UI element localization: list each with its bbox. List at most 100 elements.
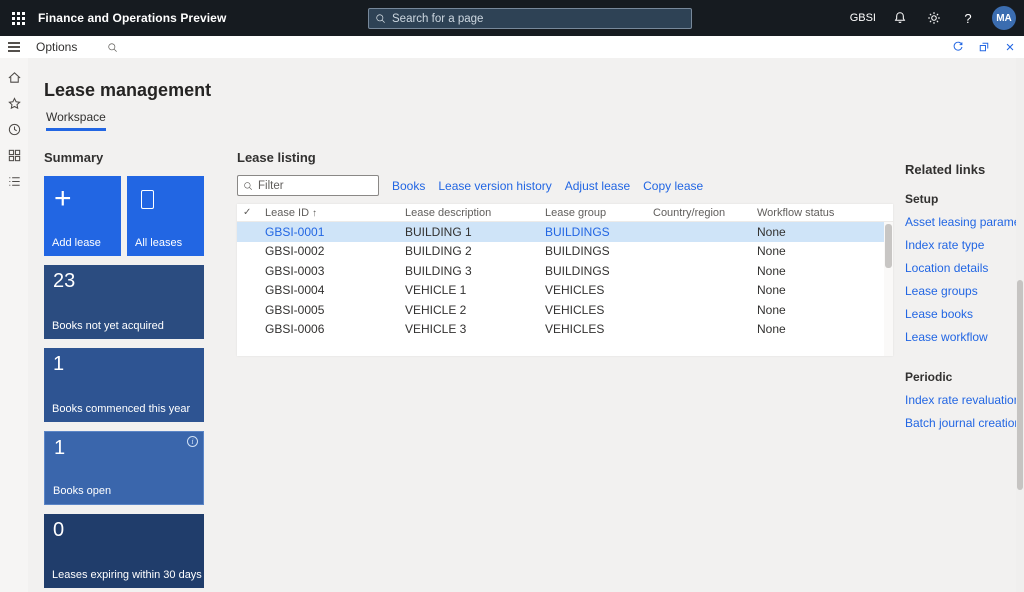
add-lease-tile[interactable]: + Add lease: [44, 176, 121, 256]
tile-label: Books commenced this year: [52, 403, 190, 415]
app-title: Finance and Operations Preview: [38, 11, 226, 25]
page-scrollbar-thumb[interactable]: [1017, 280, 1023, 490]
nav-pane-toggle-button[interactable]: [0, 36, 28, 58]
lease-group: VEHICLES: [545, 283, 653, 297]
copy-lease-action[interactable]: Copy lease: [643, 179, 703, 193]
lease-id[interactable]: GBSI-0002: [265, 244, 405, 258]
grid-header-row: ✓ Lease ID↑ Lease description Lease grou…: [237, 204, 893, 222]
list-icon: [7, 174, 22, 189]
index-rate-revaluation-link[interactable]: Index rate revaluation: [905, 393, 1023, 407]
location-details-link[interactable]: Location details: [905, 261, 1023, 275]
home-icon: [7, 70, 22, 85]
table-row[interactable]: GBSI-0003 BUILDING 3 BUILDINGS None: [237, 261, 893, 281]
books-not-acquired-tile[interactable]: 23 Books not yet acquired: [44, 265, 204, 339]
recent-nav-item[interactable]: [0, 116, 28, 142]
close-button[interactable]: ×: [1002, 39, 1018, 55]
related-links-section: Related links Setup Asset leasing parame…: [905, 162, 1023, 430]
grid-scrollbar[interactable]: [884, 222, 893, 356]
books-action[interactable]: Books: [392, 179, 425, 193]
home-nav-item[interactable]: [0, 64, 28, 90]
options-menu[interactable]: Options: [36, 40, 77, 54]
tile-label: All leases: [135, 237, 182, 249]
lease-description: BUILDING 3: [405, 264, 545, 278]
column-header-lease-id[interactable]: Lease ID↑: [265, 207, 405, 219]
column-header-group[interactable]: Lease group: [545, 207, 653, 219]
lease-listing-heading: Lease listing: [237, 150, 893, 165]
column-header-workflow[interactable]: Workflow status: [757, 207, 893, 219]
lease-id-link[interactable]: GBSI-0001: [265, 225, 405, 239]
lease-books-link[interactable]: Lease books: [905, 307, 1023, 321]
setup-heading: Setup: [905, 192, 1023, 206]
lease-description: VEHICLE 3: [405, 322, 545, 336]
column-header-description[interactable]: Lease description: [405, 207, 545, 219]
index-rate-type-link[interactable]: Index rate type: [905, 238, 1023, 252]
close-icon: ×: [1006, 40, 1015, 55]
table-row[interactable]: GBSI-0001 BUILDING 1 BUILDINGS None: [237, 222, 893, 242]
tile-count: 23: [53, 270, 75, 293]
lease-id[interactable]: GBSI-0003: [265, 264, 405, 278]
page-title: Lease management: [44, 80, 211, 101]
lease-description: BUILDING 2: [405, 244, 545, 258]
summary-section: Summary + Add lease All leases 23 Books …: [44, 150, 204, 588]
summary-tiles: + Add lease All leases 23 Books not yet …: [44, 176, 204, 588]
tile-count: 1: [53, 353, 64, 376]
workspaces-nav-item[interactable]: [0, 142, 28, 168]
global-search[interactable]: [368, 8, 692, 29]
notifications-button[interactable]: [890, 8, 910, 28]
user-avatar[interactable]: MA: [992, 6, 1016, 30]
search-icon: [243, 181, 253, 191]
tile-count: 1: [54, 437, 65, 460]
lease-id[interactable]: GBSI-0004: [265, 283, 405, 297]
action-pane: Options ×: [0, 36, 1024, 58]
lease-groups-link[interactable]: Lease groups: [905, 284, 1023, 298]
lease-group-link[interactable]: BUILDINGS: [545, 225, 653, 239]
adjust-lease-action[interactable]: Adjust lease: [565, 179, 630, 193]
all-leases-tile[interactable]: All leases: [127, 176, 204, 256]
lease-id[interactable]: GBSI-0005: [265, 303, 405, 317]
table-row[interactable]: GBSI-0002 BUILDING 2 BUILDINGS None: [237, 242, 893, 262]
sort-ascending-icon: ↑: [312, 208, 317, 219]
app-window: Finance and Operations Preview GBSI ? MA…: [0, 0, 1024, 592]
table-row[interactable]: GBSI-0006 VEHICLE 3 VEHICLES None: [237, 320, 893, 340]
select-all-checkbox[interactable]: ✓: [243, 207, 265, 218]
page-search-button[interactable]: [105, 40, 119, 54]
workspace-content: Lease management Workspace Summary + Add…: [28, 58, 1024, 592]
filter-field[interactable]: [237, 175, 379, 196]
lease-id[interactable]: GBSI-0006: [265, 322, 405, 336]
workflow-status: None: [757, 225, 893, 239]
lease-version-history-action[interactable]: Lease version history: [438, 179, 551, 193]
global-search-input[interactable]: [392, 13, 685, 25]
help-button[interactable]: ?: [958, 8, 978, 28]
periodic-heading: Periodic: [905, 370, 1023, 384]
lease-workflow-link[interactable]: Lease workflow: [905, 330, 1023, 344]
table-row[interactable]: GBSI-0004 VEHICLE 1 VEHICLES None: [237, 281, 893, 301]
workflow-status: None: [757, 322, 893, 336]
leases-expiring-tile[interactable]: 0 Leases expiring within 30 days: [44, 514, 204, 588]
top-navigation-bar: Finance and Operations Preview GBSI ? MA: [0, 0, 1024, 36]
page-scrollbar[interactable]: [1016, 58, 1024, 592]
question-mark-icon: ?: [964, 11, 971, 26]
books-commenced-tile[interactable]: 1 Books commenced this year: [44, 348, 204, 422]
open-in-new-window-button[interactable]: [976, 39, 992, 55]
workflow-status: None: [757, 283, 893, 297]
tile-label: Leases expiring within 30 days: [52, 569, 202, 581]
grid-scrollbar-thumb[interactable]: [885, 224, 892, 268]
books-open-tile[interactable]: i 1 Books open: [44, 431, 204, 505]
refresh-icon: [952, 41, 964, 53]
favorites-nav-item[interactable]: [0, 90, 28, 116]
settings-button[interactable]: [924, 8, 944, 28]
company-selector[interactable]: GBSI: [850, 12, 876, 24]
table-row[interactable]: GBSI-0005 VEHICLE 2 VEHICLES None: [237, 300, 893, 320]
related-links-heading: Related links: [905, 162, 1023, 177]
info-icon[interactable]: i: [187, 436, 198, 447]
tab-workspace[interactable]: Workspace: [46, 110, 106, 131]
column-header-country[interactable]: Country/region: [653, 207, 757, 219]
refresh-button[interactable]: [950, 39, 966, 55]
modules-nav-item[interactable]: [0, 168, 28, 194]
asset-leasing-parameters-link[interactable]: Asset leasing parameters: [905, 215, 1023, 229]
app-launcher-button[interactable]: [0, 0, 36, 36]
filter-input[interactable]: [258, 180, 373, 192]
tile-label: Add lease: [52, 237, 101, 249]
batch-journal-creation-link[interactable]: Batch journal creation: [905, 416, 1023, 430]
bell-icon: [893, 11, 907, 25]
